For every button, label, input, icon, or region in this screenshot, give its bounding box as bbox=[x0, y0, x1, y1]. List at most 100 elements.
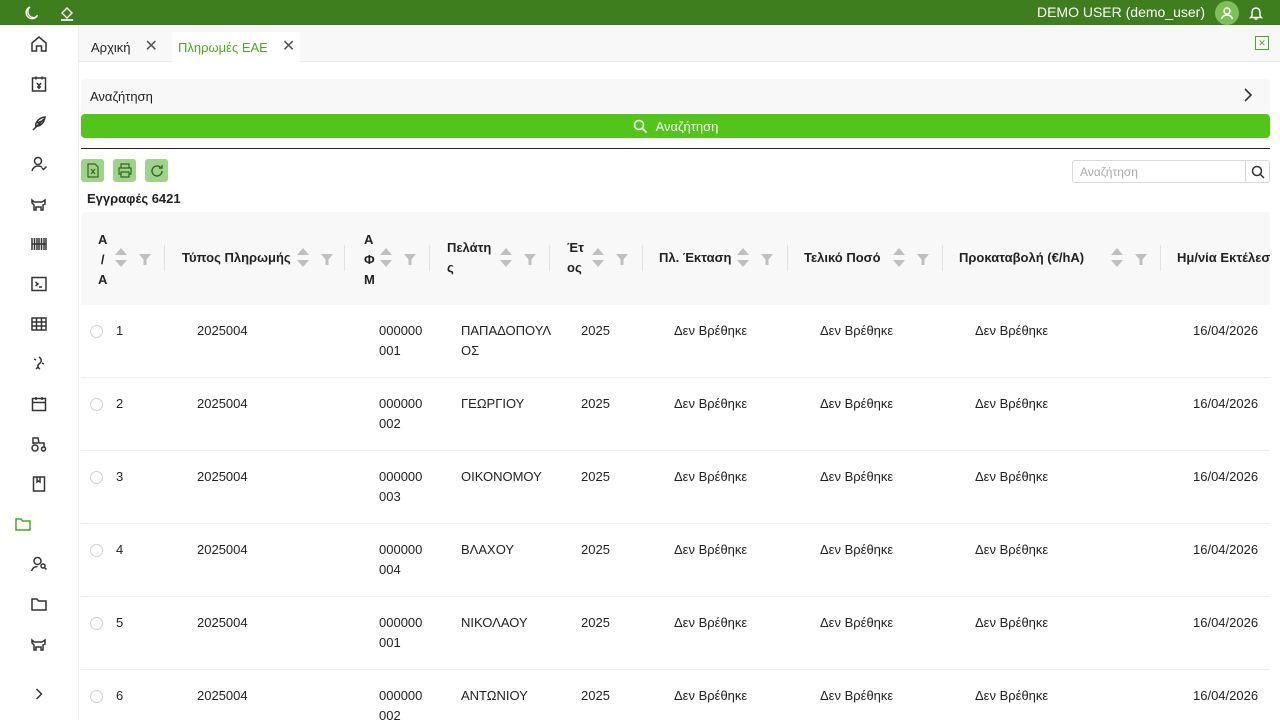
column-header-client[interactable]: Πελάτη ς bbox=[430, 212, 550, 305]
maximize-icon[interactable]: ✕ bbox=[1255, 36, 1269, 50]
bell-icon[interactable] bbox=[1246, 3, 1266, 23]
cow-icon[interactable] bbox=[28, 193, 50, 215]
cell-year: 2025 bbox=[581, 615, 610, 630]
table-row[interactable]: 1 2025004 000000 001 ΠΑΠΑΔΟΠΟΥΛ ΟΣ 2025 Δεν Βρέ… bbox=[81, 305, 1270, 378]
filter-icon[interactable] bbox=[916, 252, 930, 266]
filter-icon[interactable] bbox=[320, 252, 334, 266]
row-select-radio[interactable] bbox=[90, 690, 103, 703]
print-button[interactable] bbox=[113, 159, 136, 182]
filter-icon[interactable] bbox=[615, 252, 629, 266]
cell-amount: Δεν Βρέθηκε bbox=[820, 542, 894, 557]
folder-icon-active[interactable] bbox=[12, 513, 34, 535]
search-button[interactable]: Αναζήτηση bbox=[81, 114, 1270, 138]
barcode-icon[interactable] bbox=[28, 233, 50, 255]
cell-type: 2025004 bbox=[197, 469, 248, 484]
chevron-right-icon[interactable] bbox=[1240, 87, 1256, 106]
tab-label: Πληρωμές ΕΑΕ bbox=[178, 39, 268, 55]
moon-icon[interactable] bbox=[22, 3, 42, 23]
search-panel[interactable]: Αναζήτηση bbox=[81, 79, 1270, 113]
cell-type: 2025004 bbox=[197, 323, 248, 338]
tractor-icon[interactable] bbox=[28, 433, 50, 455]
filter-icon[interactable] bbox=[523, 252, 537, 266]
cell-aa: 5 bbox=[116, 615, 124, 630]
sort-icon[interactable] bbox=[380, 248, 392, 270]
refresh-button[interactable] bbox=[145, 159, 168, 182]
cell-line: ΝΙΚΟΛΑΟΥ bbox=[461, 615, 528, 630]
feather-icon[interactable] bbox=[28, 113, 50, 135]
cell-client: ΝΙΚΟΛΑΟΥ bbox=[461, 613, 528, 633]
sort-icon[interactable] bbox=[500, 248, 512, 270]
table-icon[interactable] bbox=[28, 313, 50, 335]
table-row[interactable]: 5 2025004 000000 001 ΝΙΚΟΛΑΟΥ 2025 Δεν Βρέθηκε… bbox=[81, 597, 1270, 670]
row-select-radio[interactable] bbox=[90, 544, 103, 557]
table-row[interactable]: 4 2025004 000000 004 ΒΛΑΧΟΥ 2025 Δεν Βρέθηκε Δε… bbox=[81, 524, 1270, 597]
filter-icon[interactable] bbox=[760, 252, 774, 266]
cell-line: 000000 bbox=[379, 469, 423, 484]
user-search-icon[interactable] bbox=[28, 553, 50, 575]
column-header-date[interactable]: Ημ/νία Εκτέλεσ bbox=[1161, 212, 1270, 305]
home-icon[interactable] bbox=[28, 33, 50, 55]
terminal-icon[interactable] bbox=[28, 273, 50, 295]
row-select-radio[interactable] bbox=[90, 398, 103, 411]
tab-home[interactable]: Αρχική ✕ bbox=[81, 32, 170, 62]
column-header-label: Τελικό Ποσό bbox=[804, 250, 881, 265]
book-icon[interactable] bbox=[28, 473, 50, 495]
filter-icon[interactable] bbox=[1134, 252, 1148, 266]
folder-icon[interactable] bbox=[28, 593, 50, 615]
cell-advance: Δεν Βρέθηκε bbox=[975, 323, 1049, 338]
cell-line: 003 bbox=[379, 489, 401, 504]
invoice-icon[interactable] bbox=[28, 73, 50, 95]
filter-icon[interactable] bbox=[138, 252, 152, 266]
cow-icon[interactable] bbox=[28, 633, 50, 655]
close-icon[interactable]: ✕ bbox=[145, 39, 158, 55]
avatar-icon[interactable] bbox=[1215, 1, 1239, 25]
grid-search-input[interactable] bbox=[1073, 161, 1247, 182]
divider bbox=[81, 148, 1270, 149]
cell-advance: Δεν Βρέθηκε bbox=[975, 615, 1049, 630]
cell-afm: 000000 003 bbox=[379, 467, 422, 507]
cell-date: 16/04/2026 bbox=[1193, 469, 1259, 484]
sort-icon[interactable] bbox=[115, 248, 127, 270]
cell-type: 2025004 bbox=[197, 688, 248, 703]
cell-area: Δεν Βρέθηκε bbox=[674, 542, 748, 557]
cell-amount: Δεν Βρέθηκε bbox=[820, 615, 894, 630]
search-button-label: Αναζήτηση bbox=[655, 118, 719, 134]
sort-icon[interactable] bbox=[592, 248, 604, 270]
cell-aa: 1 bbox=[116, 323, 124, 338]
user-name[interactable]: DEMO USER (demo_user) bbox=[1037, 4, 1205, 20]
sort-icon[interactable] bbox=[737, 248, 749, 270]
column-header-type[interactable]: Τύπος Πληρωμής bbox=[165, 212, 345, 305]
records-count: Εγγραφές 6421 bbox=[87, 191, 181, 206]
column-header-label: Ημ/νία Εκτέλεσ bbox=[1177, 250, 1270, 265]
cell-line: ΓΕΩΡΓΙΟΥ bbox=[461, 396, 525, 411]
cell-aa: 4 bbox=[116, 542, 124, 557]
column-header-area[interactable]: Πλ. Έκταση bbox=[643, 212, 788, 305]
row-select-radio[interactable] bbox=[90, 471, 103, 484]
sort-icon[interactable] bbox=[297, 248, 309, 270]
fill-icon[interactable] bbox=[57, 3, 77, 23]
sort-icon[interactable] bbox=[1111, 248, 1123, 270]
user-icon[interactable] bbox=[28, 153, 50, 175]
column-header-aa[interactable]: Α / Α bbox=[81, 212, 165, 305]
column-header-year[interactable]: Έτ ος bbox=[550, 212, 643, 305]
cell-client: ΓΕΩΡΓΙΟΥ bbox=[461, 394, 524, 414]
cell-line: ΟΙΚΟΝΟΜΟΥ bbox=[461, 469, 542, 484]
column-header-advance[interactable]: Προκαταβολή (€/hA) bbox=[943, 212, 1161, 305]
row-select-radio[interactable] bbox=[90, 325, 103, 338]
calendar-icon[interactable] bbox=[28, 393, 50, 415]
print-icon bbox=[117, 163, 132, 178]
excel-export-button[interactable] bbox=[81, 159, 104, 182]
close-icon[interactable]: ✕ bbox=[282, 39, 295, 55]
row-select-radio[interactable] bbox=[90, 617, 103, 630]
tab-payments[interactable]: Πληρωμές ΕΑΕ ✕ bbox=[172, 32, 300, 62]
filter-icon[interactable] bbox=[403, 252, 417, 266]
column-header-afm[interactable]: Α Φ Μ bbox=[345, 212, 430, 305]
table-row[interactable]: 2 2025004 000000 002 ΓΕΩΡΓΙΟΥ 2025 Δεν Βρέθηκε… bbox=[81, 378, 1270, 451]
table-row[interactable]: 6 2025004 000000 002 ΑΝΤΩΝΙΟΥ 2025 Δεν Βρέθηκε… bbox=[81, 670, 1270, 720]
table-row[interactable]: 3 2025004 000000 003 ΟΙΚΟΝΟΜΟΥ 2025 Δεν Βρέθηκ… bbox=[81, 451, 1270, 524]
sort-icon[interactable] bbox=[893, 248, 905, 270]
column-header-amount[interactable]: Τελικό Ποσό bbox=[788, 212, 943, 305]
chevron-right-icon[interactable] bbox=[28, 683, 50, 705]
germ-icon[interactable] bbox=[28, 353, 50, 375]
search-icon[interactable] bbox=[1245, 161, 1269, 182]
